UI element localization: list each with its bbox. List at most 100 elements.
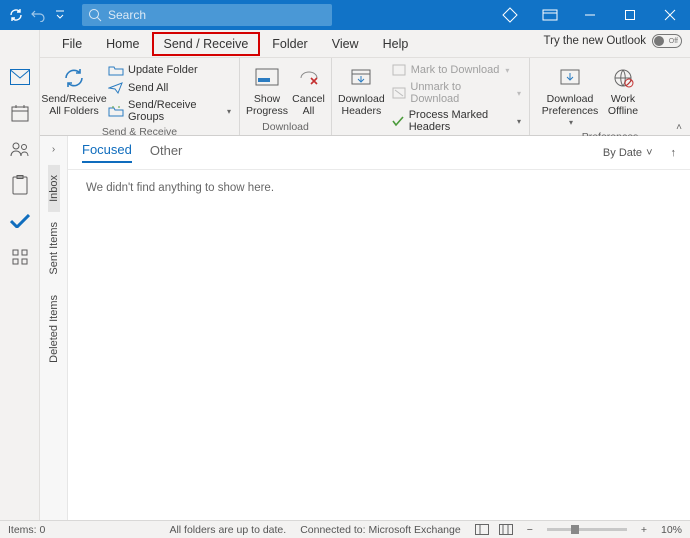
- send-all-icon: [108, 81, 124, 95]
- content-area: › Inbox Sent Items Deleted Items Focused…: [40, 136, 690, 520]
- download-headers-label: Download Headers: [338, 94, 385, 117]
- chevron-down-icon: ▾: [517, 117, 521, 126]
- zoom-out[interactable]: −: [527, 524, 533, 536]
- chevron-down-icon: ˅: [646, 147, 652, 159]
- search-box[interactable]: [82, 4, 332, 26]
- expand-folder-pane[interactable]: ›: [52, 144, 55, 155]
- more-apps-icon[interactable]: [9, 246, 31, 268]
- show-progress-button[interactable]: Show Progress: [246, 62, 288, 117]
- toggle-off-label: Off: [669, 38, 678, 45]
- download-headers-button[interactable]: Download Headers: [338, 62, 385, 117]
- send-receive-groups-button[interactable]: Send/Receive Groups ▾: [106, 98, 233, 124]
- try-new-label: Try the new Outlook: [544, 35, 646, 47]
- tab-help[interactable]: Help: [371, 32, 421, 56]
- tab-view[interactable]: View: [320, 32, 371, 56]
- process-headers-button[interactable]: Process Marked Headers▾: [389, 108, 523, 134]
- mark-icon: [391, 63, 407, 77]
- tab-folder[interactable]: Folder: [260, 32, 319, 56]
- undo-icon[interactable]: [30, 7, 46, 23]
- unmark-download-button[interactable]: Unmark to Download ▾: [389, 80, 523, 106]
- download-prefs-icon: [556, 64, 584, 92]
- tab-home[interactable]: Home: [94, 32, 151, 56]
- maximize-button[interactable]: [610, 0, 650, 30]
- cancel-all-button[interactable]: Cancel All: [292, 62, 325, 117]
- sort-button[interactable]: By Date ˅: [603, 147, 653, 159]
- minimize-button[interactable]: [570, 0, 610, 30]
- work-offline-button[interactable]: Work Offline: [602, 62, 644, 117]
- chevron-down-icon: ▾: [517, 89, 521, 98]
- work-offline-label: Work Offline: [608, 94, 638, 117]
- chevron-down-icon: ▾: [227, 107, 231, 116]
- show-progress-label: Show Progress: [246, 94, 288, 117]
- chevron-down-icon: ▾: [569, 118, 573, 127]
- unmark-icon: [391, 86, 407, 100]
- empty-message: We didn't find anything to show here.: [68, 170, 690, 206]
- pivot-other[interactable]: Other: [150, 143, 183, 162]
- group-title-download: Download: [246, 119, 325, 133]
- cancel-icon: [295, 64, 323, 92]
- progress-icon: [253, 64, 281, 92]
- mark-label: Mark to Download: [411, 64, 500, 76]
- sort-direction[interactable]: ↑: [671, 147, 677, 159]
- todo-checkmark-icon[interactable]: [9, 210, 31, 232]
- send-receive-all-label: Send/Receive All Folders: [41, 94, 106, 117]
- tasks-icon[interactable]: [9, 174, 31, 196]
- sort-label: By Date: [603, 147, 642, 159]
- try-new-outlook: Try the new Outlook Off: [544, 34, 682, 48]
- groups-icon: [108, 104, 124, 118]
- group-preferences: Download Preferences ▾ Work Offline Pref…: [530, 58, 690, 135]
- work-offline-icon: [609, 64, 637, 92]
- search-icon: [88, 8, 102, 22]
- tab-file[interactable]: File: [50, 32, 94, 56]
- quick-access-toolbar: [0, 7, 76, 23]
- qat-dropdown-icon[interactable]: [52, 7, 68, 23]
- download-preferences-button[interactable]: Download Preferences ▾: [542, 62, 598, 129]
- update-folder-button[interactable]: Update Folder: [106, 62, 233, 78]
- send-all-button[interactable]: Send All: [106, 80, 233, 96]
- collapse-ribbon-icon[interactable]: ˄: [676, 122, 682, 133]
- send-receive-all-button[interactable]: Send/Receive All Folders: [46, 62, 102, 117]
- search-input[interactable]: [108, 8, 326, 22]
- sync-icon[interactable]: [8, 7, 24, 23]
- zoom-in[interactable]: +: [641, 524, 647, 536]
- title-bar: [0, 0, 690, 30]
- pivot-focused[interactable]: Focused: [82, 142, 132, 163]
- group-download: Show Progress Cancel All Download: [240, 58, 332, 135]
- folder-inbox[interactable]: Inbox: [48, 165, 60, 212]
- ribbon: Send/Receive All Folders Update Folder S…: [0, 58, 690, 136]
- group-send-receive: Send/Receive All Folders Update Folder S…: [40, 58, 240, 135]
- tab-send-receive[interactable]: Send / Receive: [152, 32, 261, 56]
- unmark-label: Unmark to Download: [410, 81, 511, 105]
- message-list: Focused Other By Date ˅ ↑ We didn't find …: [68, 136, 690, 520]
- people-icon[interactable]: [9, 138, 31, 160]
- calendar-icon[interactable]: [9, 102, 31, 124]
- status-bar: Items: 0 All folders are up to date. Con…: [0, 520, 690, 538]
- message-header: Focused Other By Date ˅ ↑: [68, 136, 690, 170]
- sync-all-icon: [60, 64, 88, 92]
- groups-label: Send/Receive Groups: [128, 99, 221, 123]
- status-connection: Connected to: Microsoft Exchange: [300, 524, 461, 536]
- status-items: Items: 0: [8, 524, 45, 536]
- coming-soon-icon[interactable]: [490, 0, 530, 30]
- mail-icon[interactable]: [9, 66, 31, 88]
- view-reading-icon[interactable]: [499, 524, 513, 535]
- view-normal-icon[interactable]: [475, 524, 489, 535]
- download-headers-icon: [347, 64, 375, 92]
- close-button[interactable]: [650, 0, 690, 30]
- zoom-slider[interactable]: [547, 528, 627, 531]
- group-server: Download Headers Mark to Download▾ Unmar…: [332, 58, 530, 135]
- try-new-toggle[interactable]: Off: [652, 34, 682, 48]
- ribbon-tabs: File Home Send / Receive Folder View Hel…: [0, 30, 690, 58]
- update-folder-label: Update Folder: [128, 64, 198, 76]
- update-folder-icon: [108, 63, 124, 77]
- mark-download-button[interactable]: Mark to Download▾: [389, 62, 523, 78]
- folder-pane-collapsed: › Inbox Sent Items Deleted Items: [40, 136, 68, 520]
- view-switcher: [475, 524, 513, 535]
- ribbon-display-icon[interactable]: [530, 0, 570, 30]
- process-icon: [391, 114, 405, 128]
- send-all-label: Send All: [128, 82, 168, 94]
- status-sync: All folders are up to date.: [169, 524, 286, 536]
- folder-deleted-items[interactable]: Deleted Items: [48, 285, 60, 373]
- folder-sent-items[interactable]: Sent Items: [48, 212, 60, 285]
- window-controls: [490, 0, 690, 30]
